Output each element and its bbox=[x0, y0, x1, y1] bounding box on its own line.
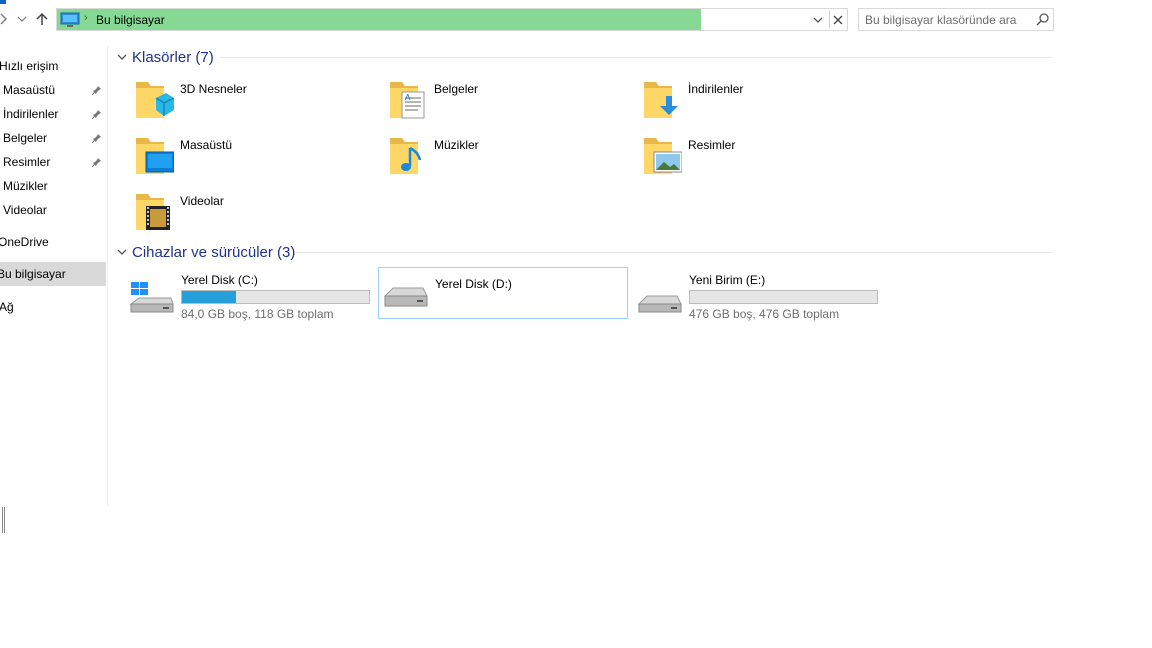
folder-tile-3d-objects[interactable]: 3D Nesneler bbox=[134, 78, 384, 130]
search-input[interactable]: Bu bilgisayar klasöründe ara bbox=[858, 8, 1054, 31]
sidebar-item-label: Bu bilgisayar bbox=[0, 267, 66, 281]
folder-name: Müzikler bbox=[434, 138, 479, 152]
section-header-folders[interactable]: Klasörler (7) bbox=[116, 47, 214, 67]
sidebar-item-label: Belgeler bbox=[3, 131, 48, 145]
sidebar-item-documents[interactable]: Belgeler bbox=[0, 126, 106, 150]
drive-icon bbox=[383, 287, 428, 307]
sidebar-item-label: Videolar bbox=[3, 203, 47, 217]
music-folder-icon bbox=[390, 138, 422, 174]
section-divider bbox=[220, 57, 1052, 58]
address-dropdown-icon[interactable] bbox=[811, 12, 825, 28]
folder-name: İndirilenler bbox=[688, 82, 744, 96]
section-divider bbox=[296, 252, 1052, 253]
folder-name: Belgeler bbox=[434, 82, 479, 96]
window-top-strip bbox=[0, 0, 1052, 4]
svg-text:A: A bbox=[405, 93, 411, 102]
sidebar-item-label: İndirilenler bbox=[3, 107, 59, 121]
sidebar-item-label: Ağ bbox=[0, 300, 14, 314]
folder-tile-documents[interactable]: A Belgeler bbox=[388, 78, 638, 130]
drive-usage-fill bbox=[182, 291, 236, 303]
navigation-pane: Hızlı erişim Masaüstü İndirilenler Belge… bbox=[0, 46, 108, 506]
sidebar-item-videos[interactable]: Videolar bbox=[0, 198, 106, 222]
folder-tile-desktop[interactable]: Masaüstü bbox=[134, 134, 384, 186]
pictures-folder-icon bbox=[644, 138, 682, 174]
drive-name: Yerel Disk (C:) bbox=[181, 273, 258, 287]
section-title: Klasörler (7) bbox=[132, 48, 214, 66]
sidebar-item-downloads[interactable]: İndirilenler bbox=[0, 102, 106, 126]
pin-icon bbox=[91, 156, 102, 170]
drive-usage-bar bbox=[181, 290, 370, 304]
pin-icon bbox=[91, 108, 102, 122]
videos-folder-icon bbox=[136, 194, 170, 230]
sidebar-item-label: OneDrive bbox=[0, 235, 49, 249]
folder-tile-pictures[interactable]: Resimler bbox=[642, 134, 892, 186]
drive-tile-d[interactable]: Yerel Disk (D:) bbox=[378, 267, 628, 319]
drive-tile-c[interactable]: Yerel Disk (C:) 84,0 GB boş, 118 GB topl… bbox=[129, 270, 379, 322]
breadcrumb-current[interactable]: Bu bilgisayar bbox=[96, 13, 165, 27]
window-accent bbox=[0, 0, 6, 4]
folder-name: 3D Nesneler bbox=[180, 82, 247, 96]
computer-icon bbox=[60, 12, 80, 31]
recent-locations-chevron-icon[interactable] bbox=[14, 10, 30, 28]
folder-name: Videolar bbox=[180, 194, 224, 208]
documents-folder-icon: A bbox=[390, 82, 425, 119]
sidebar-item-network[interactable]: Ağ bbox=[0, 295, 106, 319]
forward-icon[interactable] bbox=[0, 10, 12, 28]
desktop-folder-icon bbox=[136, 138, 174, 174]
sidebar-item-onedrive[interactable]: OneDrive bbox=[0, 230, 106, 254]
sidebar-item-label: Masaüstü bbox=[3, 83, 56, 97]
sidebar-item-desktop[interactable]: Masaüstü bbox=[0, 78, 106, 102]
drive-name: Yerel Disk (D:) bbox=[435, 277, 512, 291]
drive-space-info: 84,0 GB boş, 118 GB toplam bbox=[181, 307, 334, 321]
folder-tile-videos[interactable]: Videolar bbox=[134, 190, 384, 242]
pin-icon bbox=[91, 84, 102, 98]
folder-name: Masaüstü bbox=[180, 138, 233, 152]
breadcrumb-separator-icon[interactable]: › bbox=[84, 12, 88, 24]
section-header-devices[interactable]: Cihazlar ve sürücüler (3) bbox=[116, 242, 295, 262]
drive-icon bbox=[637, 295, 682, 313]
search-icon[interactable] bbox=[1036, 12, 1050, 29]
sidebar-item-music[interactable]: Müzikler bbox=[0, 174, 106, 198]
collapse-chevron-icon[interactable] bbox=[116, 246, 128, 258]
drive-tile-e[interactable]: Yeni Birim (E:) 476 GB boş, 476 GB topla… bbox=[637, 270, 887, 322]
3d-objects-folder-icon bbox=[136, 82, 174, 118]
sidebar-item-this-pc[interactable]: Bu bilgisayar bbox=[0, 262, 106, 286]
section-title: Cihazlar ve sürücüler (3) bbox=[132, 243, 296, 261]
drive-space-info: 476 GB boş, 476 GB toplam bbox=[689, 307, 840, 321]
up-arrow-icon[interactable] bbox=[34, 10, 50, 28]
drive-usage-bar bbox=[689, 290, 878, 304]
collapse-chevron-icon[interactable] bbox=[116, 51, 128, 63]
system-drive-icon bbox=[129, 282, 174, 313]
close-icon[interactable] bbox=[829, 11, 845, 28]
folder-name: Resimler bbox=[688, 138, 736, 152]
address-bar[interactable]: › Bu bilgisayar bbox=[56, 8, 848, 31]
search-placeholder: Bu bilgisayar klasöründe ara bbox=[865, 13, 1017, 27]
folder-tile-music[interactable]: Müzikler bbox=[388, 134, 638, 186]
sidebar-item-quick-access[interactable]: Hızlı erişim bbox=[0, 54, 106, 78]
sidebar-item-label: Hızlı erişim bbox=[0, 59, 59, 73]
sidebar-item-label: Müzikler bbox=[3, 179, 48, 193]
pin-icon bbox=[91, 132, 102, 146]
drive-name: Yeni Birim (E:) bbox=[689, 273, 766, 287]
folder-tile-downloads[interactable]: İndirilenler bbox=[642, 78, 892, 130]
sidebar-item-pictures[interactable]: Resimler bbox=[0, 150, 106, 174]
scrollbar-thumb[interactable] bbox=[2, 507, 5, 533]
downloads-folder-icon bbox=[644, 82, 678, 118]
sidebar-item-label: Resimler bbox=[3, 155, 51, 169]
